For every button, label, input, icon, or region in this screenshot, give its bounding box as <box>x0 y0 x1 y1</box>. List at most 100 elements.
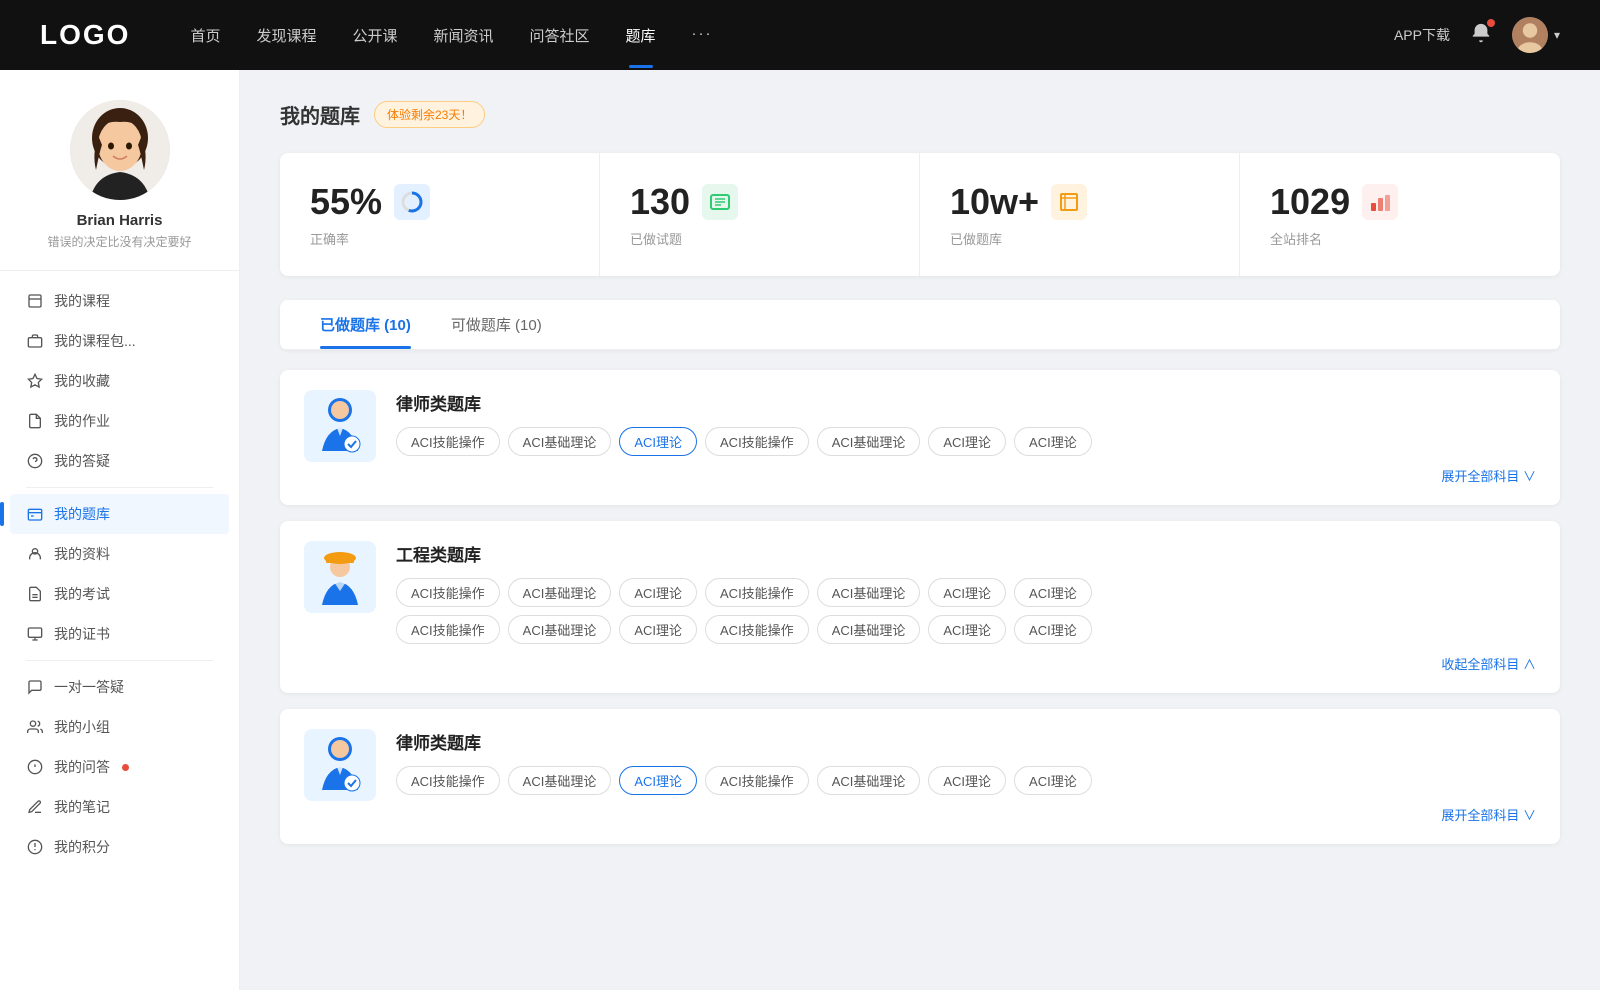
nav-opencourse[interactable]: 公开课 <box>352 21 397 50</box>
stat-rank: 1029 全站排名 <box>1240 153 1560 276</box>
qa-red-dot <box>122 764 129 771</box>
tag-r2-2[interactable]: ACI理论 <box>619 615 697 644</box>
tag-0[interactable]: ACI技能操作 <box>396 578 500 607</box>
sidebar-item-one-one[interactable]: 一对一答疑 <box>10 667 229 707</box>
bank-header: 工程类题库 ACI技能操作 ACI基础理论 ACI理论 ACI技能操作 ACI基… <box>304 541 1536 673</box>
tag-6[interactable]: ACI理论 <box>1014 578 1092 607</box>
tag-2[interactable]: ACI理论 <box>619 766 697 795</box>
tag-r2-1[interactable]: ACI基础理论 <box>508 615 612 644</box>
nav-home[interactable]: 首页 <box>190 21 220 50</box>
sidebar-item-material[interactable]: 我的资料 <box>10 534 229 574</box>
certificate-icon <box>26 625 44 643</box>
tab-available[interactable]: 可做题库 (10) <box>431 300 562 349</box>
logo: LOGO <box>40 19 130 51</box>
homework-icon <box>26 412 44 430</box>
tag-1[interactable]: ACI基础理论 <box>508 578 612 607</box>
tag-4[interactable]: ACI基础理论 <box>817 766 921 795</box>
bank-info: 工程类题库 ACI技能操作 ACI基础理论 ACI理论 ACI技能操作 ACI基… <box>396 541 1536 673</box>
tag-5[interactable]: ACI理论 <box>928 578 1006 607</box>
tag-3[interactable]: ACI技能操作 <box>705 578 809 607</box>
nav-discover[interactable]: 发现课程 <box>256 21 316 50</box>
pie-chart-icon <box>394 184 430 220</box>
bank-card-0: 律师类题库 ACI技能操作 ACI基础理论 ACI理论 ACI技能操作 ACI基… <box>280 370 1560 505</box>
tag-5[interactable]: ACI理论 <box>928 766 1006 795</box>
score-icon <box>26 838 44 856</box>
tab-done[interactable]: 已做题库 (10) <box>300 300 431 349</box>
tag-r2-6[interactable]: ACI理论 <box>1014 615 1092 644</box>
app-download-link[interactable]: APP下载 <box>1394 25 1450 45</box>
sidebar-item-label: 我的作业 <box>54 411 110 431</box>
stat-label: 全站排名 <box>1270 229 1530 248</box>
sidebar-item-package[interactable]: 我的课程包... <box>10 321 229 361</box>
sidebar-item-note[interactable]: 我的笔记 <box>10 787 229 827</box>
nav-bank[interactable]: 题库 <box>626 21 656 50</box>
user-avatar-wrap[interactable]: ▾ <box>1512 17 1560 53</box>
sidebar-item-favorite[interactable]: 我的收藏 <box>10 361 229 401</box>
tag-r2-3[interactable]: ACI技能操作 <box>705 615 809 644</box>
sidebar-item-label: 我的课程包... <box>54 331 136 351</box>
sidebar-menu: 我的课程 我的课程包... 我的收藏 我的作业 我的答疑 <box>0 281 239 867</box>
stat-accuracy: 55% 正确率 <box>280 153 600 276</box>
tag-r2-0[interactable]: ACI技能操作 <box>396 615 500 644</box>
tag-5[interactable]: ACI理论 <box>928 427 1006 456</box>
tag-4[interactable]: ACI基础理论 <box>817 578 921 607</box>
bank-info: 律师类题库 ACI技能操作 ACI基础理论 ACI理论 ACI技能操作 ACI基… <box>396 729 1536 824</box>
bank-tags-row2: ACI技能操作 ACI基础理论 ACI理论 ACI技能操作 ACI基础理论 AC… <box>396 615 1536 644</box>
sidebar-item-homework[interactable]: 我的作业 <box>10 401 229 441</box>
expand-button-1[interactable]: 收起全部科目 ∧ <box>396 654 1536 673</box>
material-icon <box>26 545 44 563</box>
sidebar-item-certificate[interactable]: 我的证书 <box>10 614 229 654</box>
bell-icon[interactable] <box>1470 22 1492 49</box>
sidebar-item-answer[interactable]: 我的答疑 <box>10 441 229 481</box>
tabs-row: 已做题库 (10) 可做题库 (10) <box>280 300 1560 350</box>
notification-dot <box>1487 19 1495 27</box>
sidebar-item-label: 我的题库 <box>54 504 110 524</box>
sidebar-item-score[interactable]: 我的积分 <box>10 827 229 867</box>
nav-news[interactable]: 新闻资讯 <box>434 21 494 50</box>
sidebar-item-label: 我的资料 <box>54 544 110 564</box>
expand-button-0[interactable]: 展开全部科目 ∨ <box>396 466 1536 485</box>
tag-4[interactable]: ACI基础理论 <box>817 427 921 456</box>
stat-top: 10w+ <box>950 181 1209 223</box>
avatar <box>1512 17 1548 53</box>
tag-0[interactable]: ACI技能操作 <box>396 427 500 456</box>
tag-r2-4[interactable]: ACI基础理论 <box>817 615 921 644</box>
expand-button-2[interactable]: 展开全部科目 ∨ <box>396 805 1536 824</box>
stat-top: 1029 <box>1270 181 1530 223</box>
tag-6[interactable]: ACI理论 <box>1014 427 1092 456</box>
bank-card-2: 律师类题库 ACI技能操作 ACI基础理论 ACI理论 ACI技能操作 ACI基… <box>280 709 1560 844</box>
package-icon <box>26 332 44 350</box>
sidebar-item-exam[interactable]: 我的考试 <box>10 574 229 614</box>
stat-label: 已做试题 <box>630 229 889 248</box>
stat-value: 1029 <box>1270 181 1350 223</box>
tag-r2-5[interactable]: ACI理论 <box>928 615 1006 644</box>
tag-0[interactable]: ACI技能操作 <box>396 766 500 795</box>
tag-1[interactable]: ACI基础理论 <box>508 427 612 456</box>
sidebar-item-label: 我的问答 <box>54 757 110 777</box>
avatar <box>70 100 170 200</box>
tag-6[interactable]: ACI理论 <box>1014 766 1092 795</box>
sidebar-item-label: 我的小组 <box>54 717 110 737</box>
tag-3[interactable]: ACI技能操作 <box>705 766 809 795</box>
sidebar-item-bank[interactable]: 我的题库 <box>10 494 229 534</box>
nav-items: 首页 发现课程 公开课 新闻资讯 问答社区 题库 ··· <box>190 21 1394 50</box>
bank-title: 律师类题库 <box>396 390 1536 415</box>
tag-1[interactable]: ACI基础理论 <box>508 766 612 795</box>
group-icon <box>26 718 44 736</box>
main-content: 我的题库 体验剩余23天！ 55% 正确率 13 <box>240 70 1600 990</box>
active-bar <box>0 502 4 526</box>
nav-more[interactable]: ··· <box>692 21 713 50</box>
stat-done-banks: 10w+ 已做题库 <box>920 153 1240 276</box>
sidebar-item-qa[interactable]: 我的问答 <box>10 747 229 787</box>
engineer-icon-wrap <box>304 541 376 613</box>
nav-qa[interactable]: 问答社区 <box>530 21 590 50</box>
note-icon <box>26 798 44 816</box>
sidebar-item-course[interactable]: 我的课程 <box>10 281 229 321</box>
sidebar-item-group[interactable]: 我的小组 <box>10 707 229 747</box>
tag-2[interactable]: ACI理论 <box>619 578 697 607</box>
tag-3[interactable]: ACI技能操作 <box>705 427 809 456</box>
stats-row: 55% 正确率 130 <box>280 153 1560 276</box>
sidebar-item-label: 我的收藏 <box>54 371 110 391</box>
bank-icon <box>26 505 44 523</box>
tag-2[interactable]: ACI理论 <box>619 427 697 456</box>
